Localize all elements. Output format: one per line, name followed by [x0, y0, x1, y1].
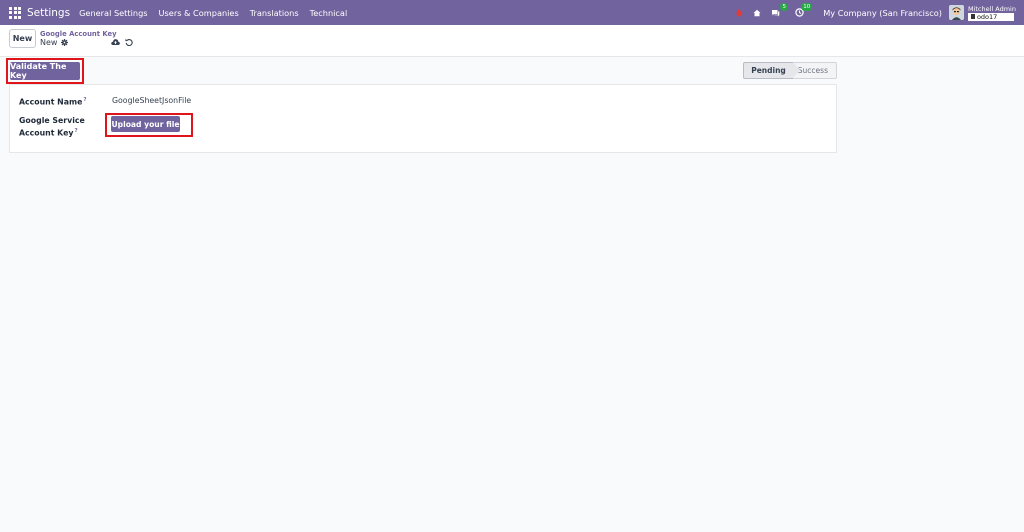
discuss-badge: 5 — [780, 2, 789, 11]
home-icon[interactable] — [751, 7, 763, 19]
activity-icon[interactable]: 10 — [793, 2, 813, 19]
control-panel: New Google Account Key New — [0, 25, 1024, 57]
account-name-field[interactable]: GoogleSheetJsonFile — [112, 96, 191, 105]
status-bar: Pending Success — [743, 62, 837, 79]
form-sheet: Account Name? GoogleSheetJsonFile Google… — [9, 84, 837, 153]
app-name[interactable]: Settings — [27, 7, 70, 19]
help-tooltip-icon[interactable]: ? — [83, 97, 86, 103]
database-name: odo17 — [976, 12, 998, 21]
database-badge: odo17 — [967, 12, 1014, 21]
user-menu[interactable]: Mitchell Admin odo17 — [967, 4, 1016, 21]
upload-file-button[interactable]: Upload your file — [111, 116, 180, 132]
menu-translations[interactable]: Translations — [250, 8, 299, 18]
record-name: New — [40, 38, 58, 47]
menu-technical[interactable]: Technical — [310, 8, 348, 18]
validate-key-button[interactable]: Validate The Key — [10, 62, 80, 80]
user-avatar[interactable] — [948, 5, 964, 20]
company-switcher[interactable]: My Company (San Francisco) — [823, 8, 942, 18]
menu-general-settings[interactable]: General Settings — [79, 8, 147, 18]
new-button[interactable]: New — [9, 29, 36, 48]
breadcrumb-google-account-key[interactable]: Google Account Key — [40, 30, 117, 38]
activity-badge: 10 — [801, 2, 813, 11]
account-name-label: Account Name? — [19, 97, 87, 107]
service-account-key-label: Google Service Account Key? — [19, 116, 85, 138]
database-icon — [970, 14, 975, 19]
top-navbar: Settings General Settings Users & Compan… — [0, 0, 1024, 25]
cloud-upload-icon[interactable] — [111, 38, 120, 46]
status-pending[interactable]: Pending — [743, 62, 800, 79]
discuss-icon[interactable]: 5 — [769, 2, 789, 19]
help-tooltip-icon[interactable]: ? — [74, 128, 77, 134]
bug-icon[interactable] — [733, 7, 745, 19]
menu-users-companies[interactable]: Users & Companies — [159, 8, 239, 18]
apps-menu-icon[interactable] — [9, 6, 21, 19]
user-name: Mitchell Admin — [967, 4, 1016, 13]
gear-icon[interactable] — [61, 39, 69, 46]
record-title: New — [40, 38, 69, 47]
discard-undo-icon[interactable] — [125, 38, 133, 46]
